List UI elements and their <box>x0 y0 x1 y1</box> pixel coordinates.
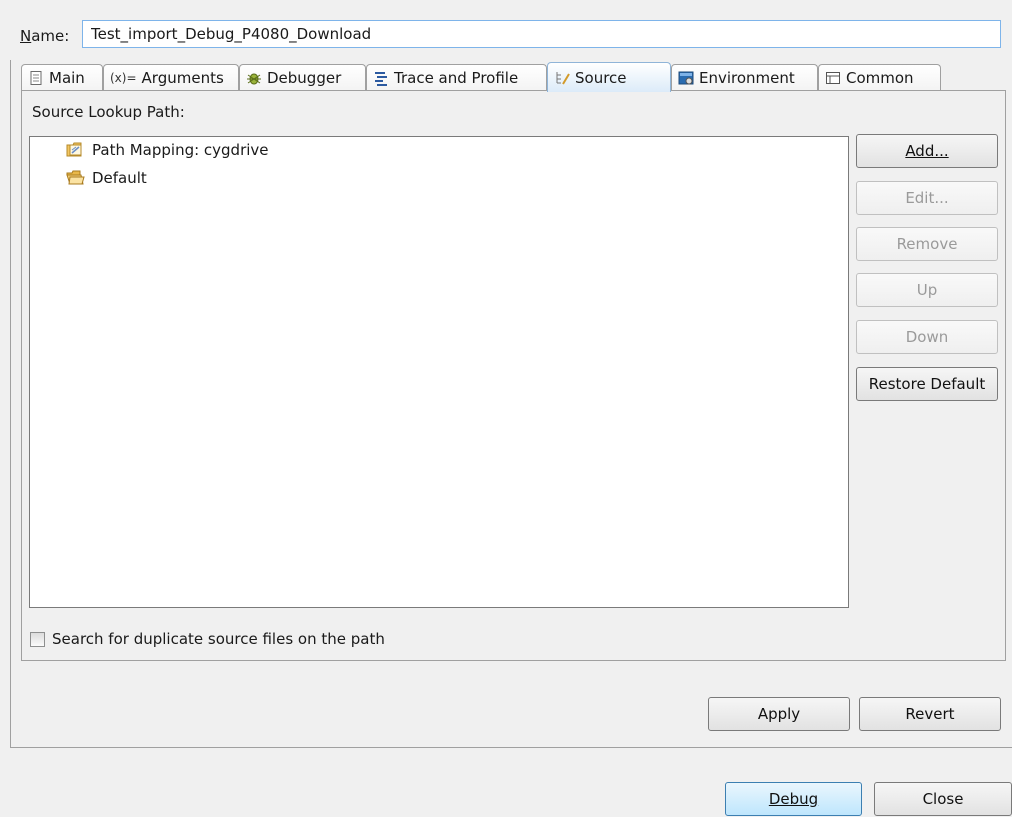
tab-bar: Main (x)= Arguments Debugger Trace and P… <box>21 62 1006 92</box>
name-label: Name: <box>20 27 70 45</box>
environment-icon <box>678 70 694 86</box>
path-mapping-icon <box>66 141 86 159</box>
tab-source-label: Source <box>575 68 627 87</box>
name-input[interactable] <box>82 20 1001 48</box>
source-lookup-label: Source Lookup Path: <box>32 103 185 121</box>
up-button-label: Up <box>916 281 938 299</box>
remove-button-label: Remove <box>896 235 958 253</box>
restore-default-button-label: Restore Default <box>868 375 986 393</box>
tab-trace-profile-label: Trace and Profile <box>394 69 519 87</box>
tree-item-path-mapping-label: Path Mapping: cygdrive <box>92 141 269 159</box>
debug-button-label: Debug <box>768 790 819 808</box>
close-button[interactable]: Close <box>874 782 1012 816</box>
duplicate-search-checkbox[interactable] <box>30 632 45 647</box>
tab-arguments[interactable]: (x)= Arguments <box>103 64 239 91</box>
tab-trace-profile[interactable]: Trace and Profile <box>366 64 547 91</box>
tab-environment-label: Environment <box>699 69 795 87</box>
tree-item-path-mapping[interactable]: Path Mapping: cygdrive <box>66 139 269 161</box>
trace-profile-icon <box>373 70 389 86</box>
revert-button-label: Revert <box>905 705 955 723</box>
source-icon <box>554 70 570 86</box>
tab-debugger[interactable]: Debugger <box>239 64 366 91</box>
tab-main[interactable]: Main <box>21 64 103 91</box>
arguments-icon: (x)= <box>110 71 137 85</box>
main-tab-icon <box>28 70 44 86</box>
add-button[interactable]: Add... <box>856 134 998 168</box>
tree-item-default-label: Default <box>92 169 147 187</box>
down-button-label: Down <box>905 328 949 346</box>
tab-arguments-label: Arguments <box>141 69 224 87</box>
debugger-bug-icon <box>246 70 262 86</box>
tab-common[interactable]: Common <box>818 64 941 91</box>
restore-default-button[interactable]: Restore Default <box>856 367 998 401</box>
apply-button[interactable]: Apply <box>708 697 850 731</box>
down-button[interactable]: Down <box>856 320 998 354</box>
apply-button-label: Apply <box>757 705 801 723</box>
common-icon <box>825 70 841 86</box>
tab-debugger-label: Debugger <box>267 69 342 87</box>
up-button[interactable]: Up <box>856 273 998 307</box>
duplicate-search-label[interactable]: Search for duplicate source files on the… <box>52 630 385 648</box>
tab-source[interactable]: Source <box>547 62 671 92</box>
remove-button[interactable]: Remove <box>856 227 998 261</box>
tab-common-label: Common <box>846 69 914 87</box>
tree-item-default[interactable]: Default <box>66 167 147 189</box>
tab-main-label: Main <box>49 69 85 87</box>
close-button-label: Close <box>922 790 964 808</box>
edit-button-label: Edit... <box>905 189 949 207</box>
folder-open-icon <box>66 169 86 187</box>
source-lookup-tree[interactable]: Path Mapping: cygdrive Default <box>29 136 849 608</box>
debug-button[interactable]: Debug <box>725 782 862 816</box>
edit-button[interactable]: Edit... <box>856 181 998 215</box>
add-button-label: Add... <box>905 142 949 160</box>
revert-button[interactable]: Revert <box>859 697 1001 731</box>
tab-environment[interactable]: Environment <box>671 64 818 91</box>
